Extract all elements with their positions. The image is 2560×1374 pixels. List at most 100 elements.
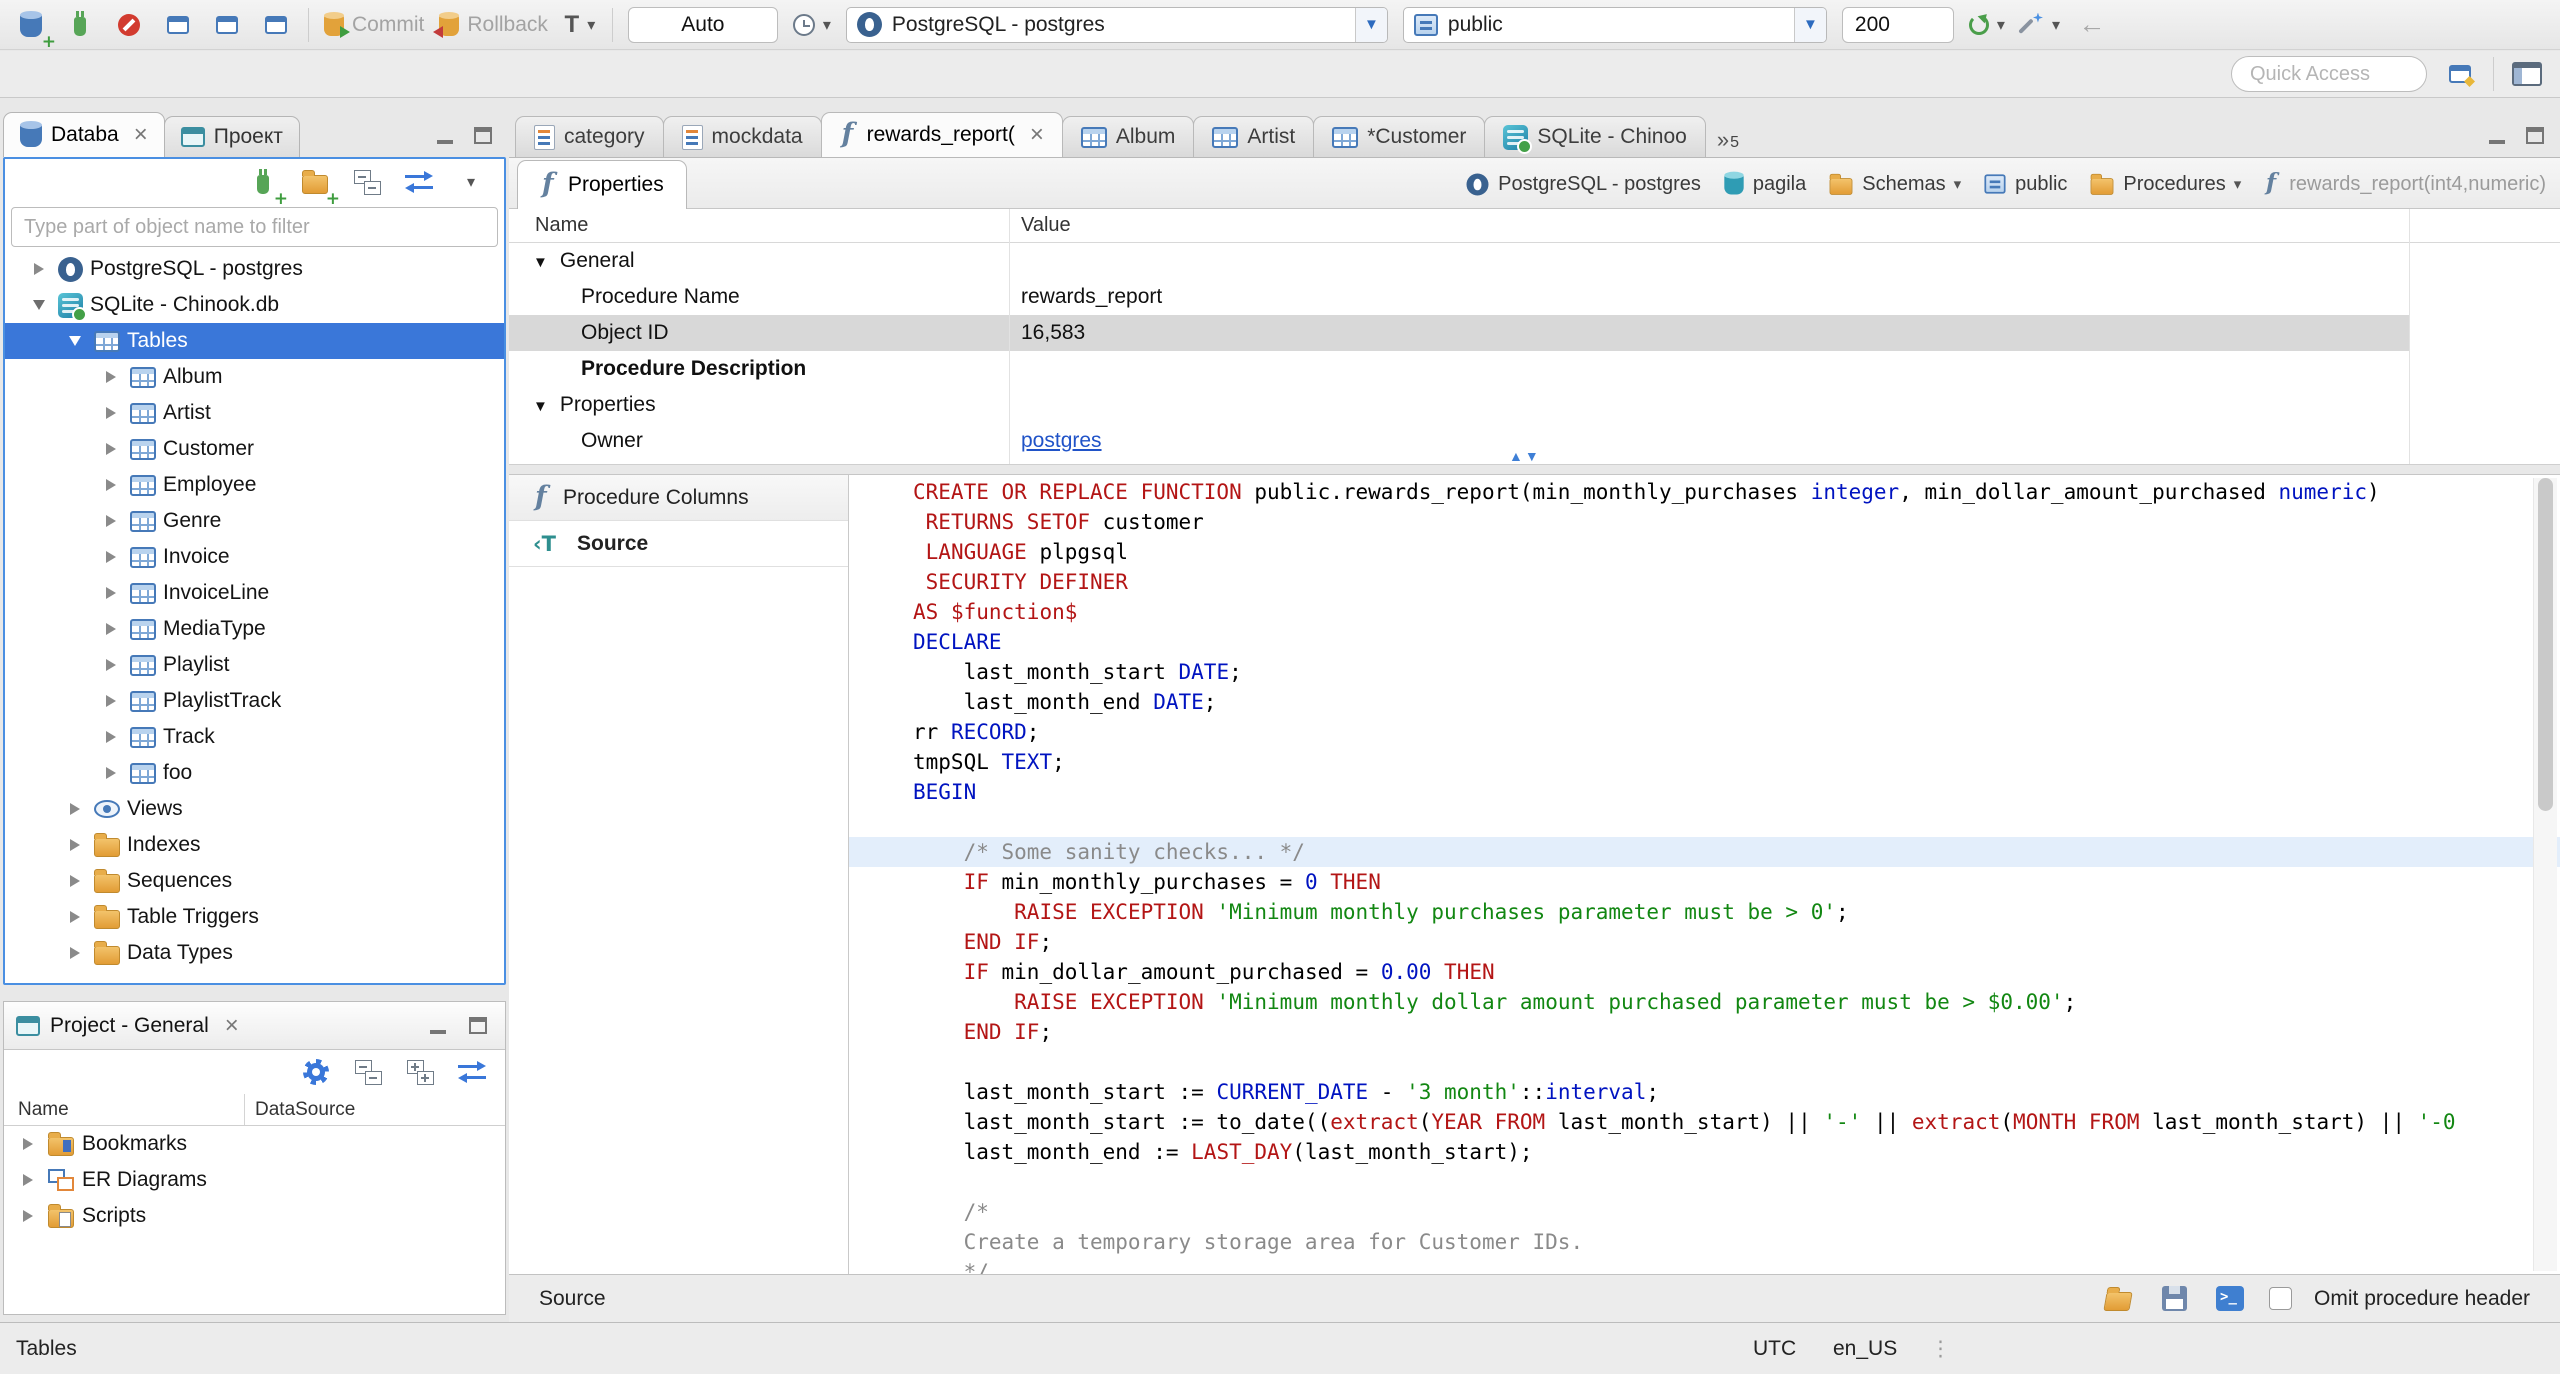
column-divider[interactable] <box>2409 209 2410 464</box>
tree-item-sequences[interactable]: Sequences <box>5 863 504 899</box>
tree-item-artist[interactable]: Artist <box>5 395 504 431</box>
undo-button[interactable] <box>2075 5 2109 45</box>
column-header-name[interactable]: Name <box>4 1099 69 1121</box>
tab-projects[interactable]: Проект <box>163 116 300 157</box>
property-row-general[interactable]: General <box>509 243 2560 279</box>
tree-item-tables[interactable]: Tables <box>5 323 504 359</box>
project-item-er-diagrams[interactable]: ER Diagrams <box>4 1162 505 1198</box>
generate-sql-button[interactable] <box>2020 5 2060 45</box>
expand-arrow-icon[interactable] <box>99 437 123 461</box>
load-from-file-button[interactable] <box>2101 1279 2135 1319</box>
expand-arrow-icon[interactable] <box>27 257 51 281</box>
expand-arrow-icon[interactable] <box>99 545 123 569</box>
property-value-text[interactable]: postgres <box>1021 429 1102 452</box>
disconnect-button[interactable] <box>112 5 146 45</box>
expand-arrow-icon[interactable] <box>63 905 87 929</box>
property-row-object-id[interactable]: Object ID 16,583 <box>509 315 2560 351</box>
tree-item-mediatype[interactable]: MediaType <box>5 611 504 647</box>
property-row-procedure-name[interactable]: Procedure Name rewards_report <box>509 279 2560 315</box>
collapse-arrow-icon[interactable] <box>63 329 87 353</box>
vertical-scrollbar[interactable] <box>2533 478 2557 1271</box>
column-divider[interactable] <box>1009 209 1010 464</box>
expand-arrow-icon[interactable] <box>99 653 123 677</box>
tree-item-data-types[interactable]: Data Types <box>5 935 504 971</box>
tab-overflow-button[interactable]: 5 <box>1717 127 1739 153</box>
status-locale[interactable]: en_US <box>1833 1337 1897 1361</box>
expand-arrow-icon[interactable] <box>99 725 123 749</box>
tree-item-indexes[interactable]: Indexes <box>5 827 504 863</box>
expand-arrow-icon[interactable] <box>99 689 123 713</box>
object-filter-input[interactable] <box>11 207 498 247</box>
tree-item-customer[interactable]: Customer <box>5 431 504 467</box>
scrollbar-thumb[interactable] <box>2538 478 2553 812</box>
save-to-file-button[interactable] <box>2157 1279 2191 1319</box>
active-schema-combo[interactable]: public <box>1402 6 1827 43</box>
maximize-button[interactable] <box>2520 123 2550 149</box>
expand-arrow-icon[interactable] <box>16 1168 40 1192</box>
minimize-button[interactable] <box>2482 123 2512 149</box>
commit-button[interactable]: Commit <box>324 5 424 45</box>
tab-properties[interactable]: Properties <box>517 160 687 209</box>
schema-dropdown-button[interactable] <box>1793 7 1826 42</box>
view-menu-button[interactable] <box>454 162 488 202</box>
expand-arrow-icon[interactable] <box>99 365 123 389</box>
project-item-bookmarks[interactable]: Bookmarks <box>4 1126 505 1162</box>
tree-item-track[interactable]: Track <box>5 719 504 755</box>
status-overflow-icon[interactable] <box>1930 1336 1951 1361</box>
close-tab-icon[interactable] <box>1030 123 1044 147</box>
collapse-arrow-icon[interactable] <box>533 393 548 417</box>
collapse-all-button[interactable] <box>350 162 384 202</box>
collapse-arrow-icon[interactable] <box>533 249 548 273</box>
editor-tab-rewards-report[interactable]: rewards_report( <box>820 112 1063 157</box>
tree-item-views[interactable]: Views <box>5 791 504 827</box>
link-with-editor-button[interactable] <box>402 162 436 202</box>
open-in-sql-console-button[interactable] <box>2213 1279 2247 1319</box>
expand-arrow-icon[interactable] <box>99 761 123 785</box>
status-timezone[interactable]: UTC <box>1753 1337 1796 1361</box>
tree-item-invoice[interactable]: Invoice <box>5 539 504 575</box>
tree-item-foo[interactable]: foo <box>5 755 504 791</box>
connect-to-database-button[interactable]: + <box>246 162 288 208</box>
connect-button[interactable] <box>63 5 97 45</box>
editor-tab-sqlite-chinoo[interactable]: SQLite - Chinoo <box>1484 116 1706 157</box>
tree-item-table-triggers[interactable]: Table Triggers <box>5 899 504 935</box>
perspective-button[interactable] <box>2510 54 2544 94</box>
expand-arrow-icon[interactable] <box>16 1132 40 1156</box>
editor-tab-category[interactable]: category <box>515 116 664 157</box>
minimize-button[interactable] <box>423 1013 453 1039</box>
auto-commit-selector[interactable]: Auto <box>627 6 778 43</box>
fetch-size-input[interactable] <box>1841 6 1954 43</box>
breadcrumb-item-pagila[interactable]: pagila <box>1723 171 1806 196</box>
tree-item-genre[interactable]: Genre <box>5 503 504 539</box>
expand-all-button[interactable] <box>403 1052 437 1092</box>
panel-sash-control[interactable]: ▲ ▼ <box>1509 449 1539 463</box>
breadcrumb-item-rewards-report-int4-numeric[interactable]: rewards_report(int4,numeric) <box>2263 171 2546 197</box>
project-item-scripts[interactable]: Scripts <box>4 1198 505 1234</box>
breadcrumb-item-postgresql-postgres[interactable]: PostgreSQL - postgres <box>1465 172 1701 197</box>
expand-arrow-icon[interactable] <box>16 1204 40 1228</box>
new-sql-editor-button[interactable] <box>161 5 195 45</box>
grid-column-value[interactable]: Value <box>1009 214 1071 237</box>
editor-tab-artist[interactable]: Artist <box>1193 116 1315 157</box>
editor-tab-mockdata[interactable]: mockdata <box>662 116 822 157</box>
property-row-procedure-description[interactable]: Procedure Description <box>509 351 2560 387</box>
expand-arrow-icon[interactable] <box>99 509 123 533</box>
expand-arrow-icon[interactable] <box>63 797 87 821</box>
new-connection-button[interactable]: + <box>14 5 56 50</box>
tree-item-invoiceline[interactable]: InvoiceLine <box>5 575 504 611</box>
tree-item-sqlite-chinook-db[interactable]: SQLite - Chinook.db <box>5 287 504 323</box>
close-tab-icon[interactable] <box>134 123 148 147</box>
breadcrumb-item-procedures[interactable]: Procedures ▾ <box>2089 172 2241 196</box>
new-folder-button[interactable]: + <box>298 162 340 208</box>
side-tab-procedure-columns[interactable]: Procedure Columns <box>509 475 848 521</box>
collapse-arrow-icon[interactable] <box>27 293 51 317</box>
expand-arrow-icon[interactable] <box>63 941 87 965</box>
transaction-log-button[interactable] <box>792 5 831 45</box>
rollback-button[interactable]: Rollback <box>433 5 548 45</box>
column-header-datasource[interactable]: DataSource <box>244 1094 355 1125</box>
side-tab-source[interactable]: Source <box>509 521 848 567</box>
transaction-mode-button[interactable]: T <box>563 5 597 45</box>
expand-arrow-icon[interactable] <box>99 581 123 605</box>
open-perspective-button[interactable] <box>2443 54 2477 94</box>
editor-tab-album[interactable]: Album <box>1061 116 1195 157</box>
